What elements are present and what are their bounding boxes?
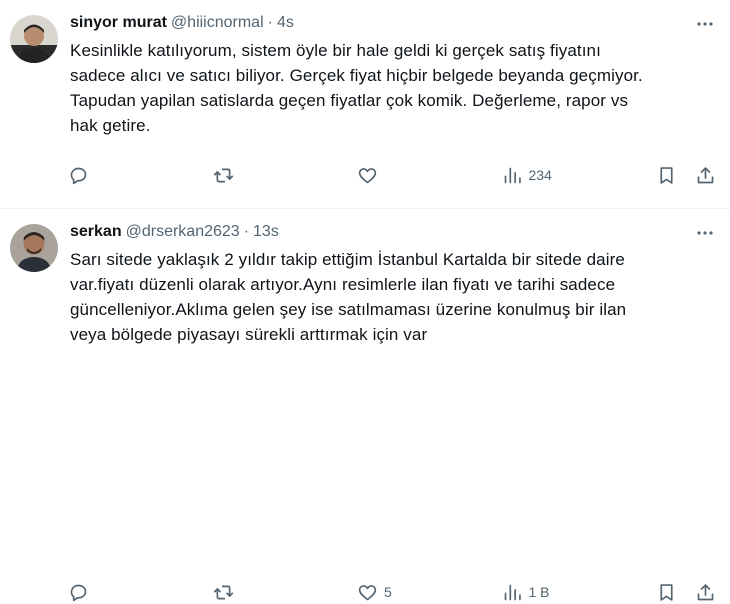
avatar-image [10, 224, 58, 272]
view-count: 1 B [528, 584, 550, 600]
tweet-tail-actions [656, 582, 716, 603]
tweet-header: serkan @drserkan2623 · 13s [70, 221, 714, 243]
views-button[interactable]: 1 B [502, 582, 582, 603]
heart-icon [358, 584, 377, 600]
timestamp[interactable]: 4s [277, 13, 294, 33]
more-icon[interactable] [694, 14, 716, 34]
views-chart-icon [504, 584, 521, 600]
tweet[interactable]: serkan @drserkan2623 · 13s Sarı sitede y… [0, 209, 730, 601]
bookmark-icon[interactable] [656, 165, 677, 186]
retweet-button[interactable] [213, 165, 283, 186]
reply-button[interactable] [68, 582, 138, 603]
share-icon[interactable] [695, 165, 716, 186]
retweet-icon [213, 168, 233, 182]
tweet[interactable]: sinyor murat @hiiicnormal · 4s Kesinlikl… [0, 0, 730, 209]
tweet-tail-actions [656, 165, 716, 186]
tweet-text: Kesinlikle katılıyorum, sistem öyle bir … [70, 41, 643, 135]
separator-dot: · [243, 223, 250, 240]
like-button[interactable]: 5 [357, 582, 427, 603]
reply-icon [70, 167, 87, 184]
view-count: 234 [528, 167, 552, 183]
tweet-actions: 234 [68, 163, 716, 187]
avatar[interactable] [10, 15, 58, 63]
tweet-header: sinyor murat @hiiicnormal · 4s [70, 12, 714, 34]
retweet-button[interactable] [213, 582, 283, 603]
retweet-icon [213, 585, 233, 599]
bookmark-icon[interactable] [656, 582, 677, 603]
heart-icon [358, 167, 377, 183]
user-handle[interactable]: @hiiicnormal [171, 13, 264, 33]
display-name[interactable]: serkan [70, 222, 122, 242]
reply-icon [70, 584, 87, 601]
share-icon[interactable] [695, 582, 716, 603]
more-icon[interactable] [694, 223, 716, 243]
timestamp[interactable]: 13s [253, 222, 279, 242]
separator-dot: · [267, 14, 273, 31]
views-chart-icon [504, 167, 521, 183]
tweet-actions: 5 1 B [68, 580, 716, 604]
like-count: 5 [384, 584, 392, 600]
user-handle[interactable]: @drserkan2623 [126, 222, 240, 242]
reply-button[interactable] [68, 165, 138, 186]
tweet-text: Sarı sitede yaklaşık 2 yıldır takip etti… [70, 250, 627, 344]
like-button[interactable] [357, 165, 427, 186]
display-name[interactable]: sinyor murat [70, 13, 167, 33]
avatar-image [10, 15, 58, 63]
avatar[interactable] [10, 224, 58, 272]
views-button[interactable]: 234 [502, 165, 582, 186]
